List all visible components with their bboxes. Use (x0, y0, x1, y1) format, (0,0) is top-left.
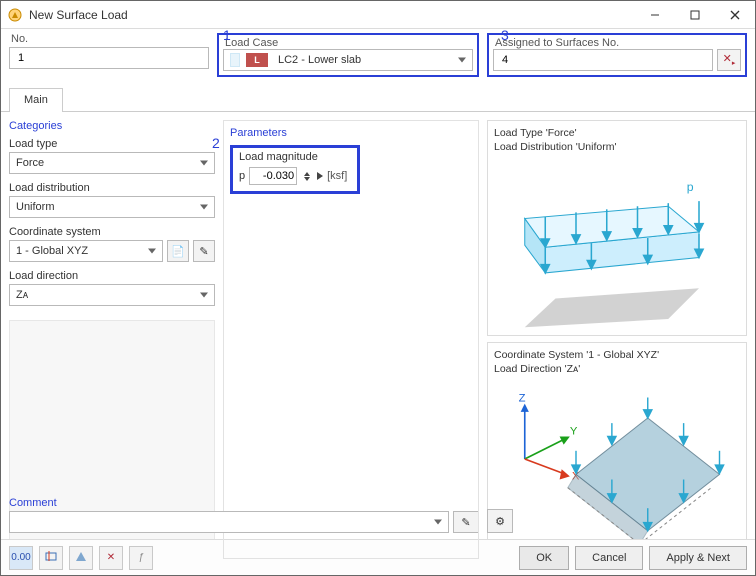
window-close-button[interactable] (715, 1, 755, 29)
svg-text:Z: Z (519, 393, 526, 405)
load-type-dropdown[interactable]: Force (9, 152, 215, 174)
load-dir-dropdown[interactable]: Zᴀ (9, 284, 215, 306)
units-button[interactable]: 0.00 (9, 546, 33, 570)
load-type-value: Force (16, 157, 44, 169)
preview-bottom-line2: Load Direction 'Zᴀ' (494, 363, 740, 375)
preview-top-line2: Load Distribution 'Uniform' (494, 141, 740, 153)
preview-bottom-line1: Coordinate System '1 - Global XYZ' (494, 349, 740, 361)
load-case-value: LC2 - Lower slab (278, 54, 361, 66)
load-magnitude-box: Load magnitude p [ksf] (230, 145, 360, 194)
toolbar-icon-5: ƒ (138, 552, 144, 563)
no-label: No. (9, 33, 209, 45)
load-dist-dropdown[interactable]: Uniform (9, 196, 215, 218)
no-input-wrap (9, 47, 209, 69)
load-type-label: Load type (9, 138, 215, 150)
assigned-group: Assigned to Surfaces No. ✕▸ (487, 33, 747, 77)
svg-text:Y: Y (570, 426, 578, 438)
categories-column: Categories Load type Force Load distribu… (9, 120, 215, 559)
toolbar-icon-3 (74, 549, 88, 566)
toolbar-btn-3[interactable] (69, 546, 93, 570)
window-maximize-button[interactable] (675, 1, 715, 29)
load-case-group: Load Case L LC2 - Lower slab (217, 33, 479, 77)
preview-settings-button[interactable]: ⚙ (487, 509, 513, 533)
ok-button[interactable]: OK (519, 546, 569, 570)
preview-tool-row: ⚙ (487, 509, 747, 533)
toolbar-icon-2 (44, 549, 58, 566)
preview-column: Load Type 'Force' Load Distribution 'Uni… (487, 120, 747, 559)
assigned-input-wrap (493, 49, 713, 71)
units-label: 0.00 (11, 552, 30, 563)
window-minimize-button[interactable] (635, 1, 675, 29)
annotation-1: 1 (223, 27, 231, 43)
load-case-color-pre (230, 53, 240, 67)
preview-top: Load Type 'Force' Load Distribution 'Uni… (487, 120, 747, 336)
load-dir-label: Load direction (9, 270, 215, 282)
no-input[interactable] (16, 51, 202, 65)
assigned-input[interactable] (500, 53, 706, 67)
load-magnitude-unit: [ksf] (327, 170, 347, 182)
toolbar-btn-2[interactable] (39, 546, 63, 570)
comment-dropdown[interactable] (9, 511, 449, 533)
app-icon (7, 7, 23, 23)
cancel-button[interactable]: Cancel (575, 546, 643, 570)
titlebar: New Surface Load (1, 1, 755, 29)
tab-bar: Main (1, 87, 755, 112)
no-group: No. (9, 33, 209, 77)
window-title: New Surface Load (29, 8, 128, 22)
toolbar-btn-5[interactable]: ƒ (129, 546, 153, 570)
annotation-2: 2 (212, 135, 220, 151)
toolbar-btn-4[interactable]: ✕ (99, 546, 123, 570)
load-dist-label: Load distribution (9, 182, 215, 194)
pick-icon: ✕▸ (723, 52, 736, 67)
coord-dropdown[interactable]: 1 - Global XYZ (9, 240, 163, 262)
load-magnitude-label: Load magnitude (239, 151, 351, 163)
toolbar-icon-4: ✕ (107, 552, 115, 563)
coord-value: 1 - Global XYZ (16, 245, 88, 257)
load-case-dropdown[interactable]: L LC2 - Lower slab (223, 49, 473, 71)
load-dist-value: Uniform (16, 201, 55, 213)
tab-main[interactable]: Main (9, 88, 63, 112)
coord-label: Coordinate system (9, 226, 215, 238)
load-case-label: Load Case (223, 37, 278, 49)
pick-surfaces-button[interactable]: ✕▸ (717, 49, 741, 71)
assigned-label: Assigned to Surfaces No. (493, 37, 619, 49)
load-case-badge: L (246, 53, 268, 67)
apply-next-button[interactable]: Apply & Next (649, 546, 747, 570)
preview-p-label: p (687, 180, 694, 194)
preview-top-line1: Load Type 'Force' (494, 127, 740, 139)
parameters-title: Parameters (230, 127, 472, 139)
window-root: New Surface Load 1 3 No. Load Case (0, 0, 756, 576)
load-magnitude-apply-icon[interactable] (317, 172, 323, 180)
new-icon: 📄 (171, 245, 185, 258)
preview-top-graphic: p (494, 155, 740, 329)
top-strip: 1 3 No. Load Case L LC2 - Lower slab (1, 29, 755, 77)
parameters-column: Parameters 2 Load magnitude p [ksf] (223, 120, 479, 559)
annotation-3: 3 (501, 27, 509, 43)
coord-new-button[interactable]: 📄 (167, 240, 189, 262)
load-magnitude-input[interactable] (249, 167, 297, 185)
preview-settings-icon: ⚙ (495, 515, 505, 528)
categories-title: Categories (9, 120, 215, 132)
load-magnitude-symbol: p (239, 170, 245, 182)
load-magnitude-spinner[interactable] (301, 167, 313, 185)
edit-icon: ✎ (199, 245, 208, 258)
coord-edit-button[interactable]: ✎ (193, 240, 215, 262)
body: Categories Load type Force Load distribu… (1, 112, 755, 497)
load-dir-value: Zᴀ (16, 289, 28, 301)
